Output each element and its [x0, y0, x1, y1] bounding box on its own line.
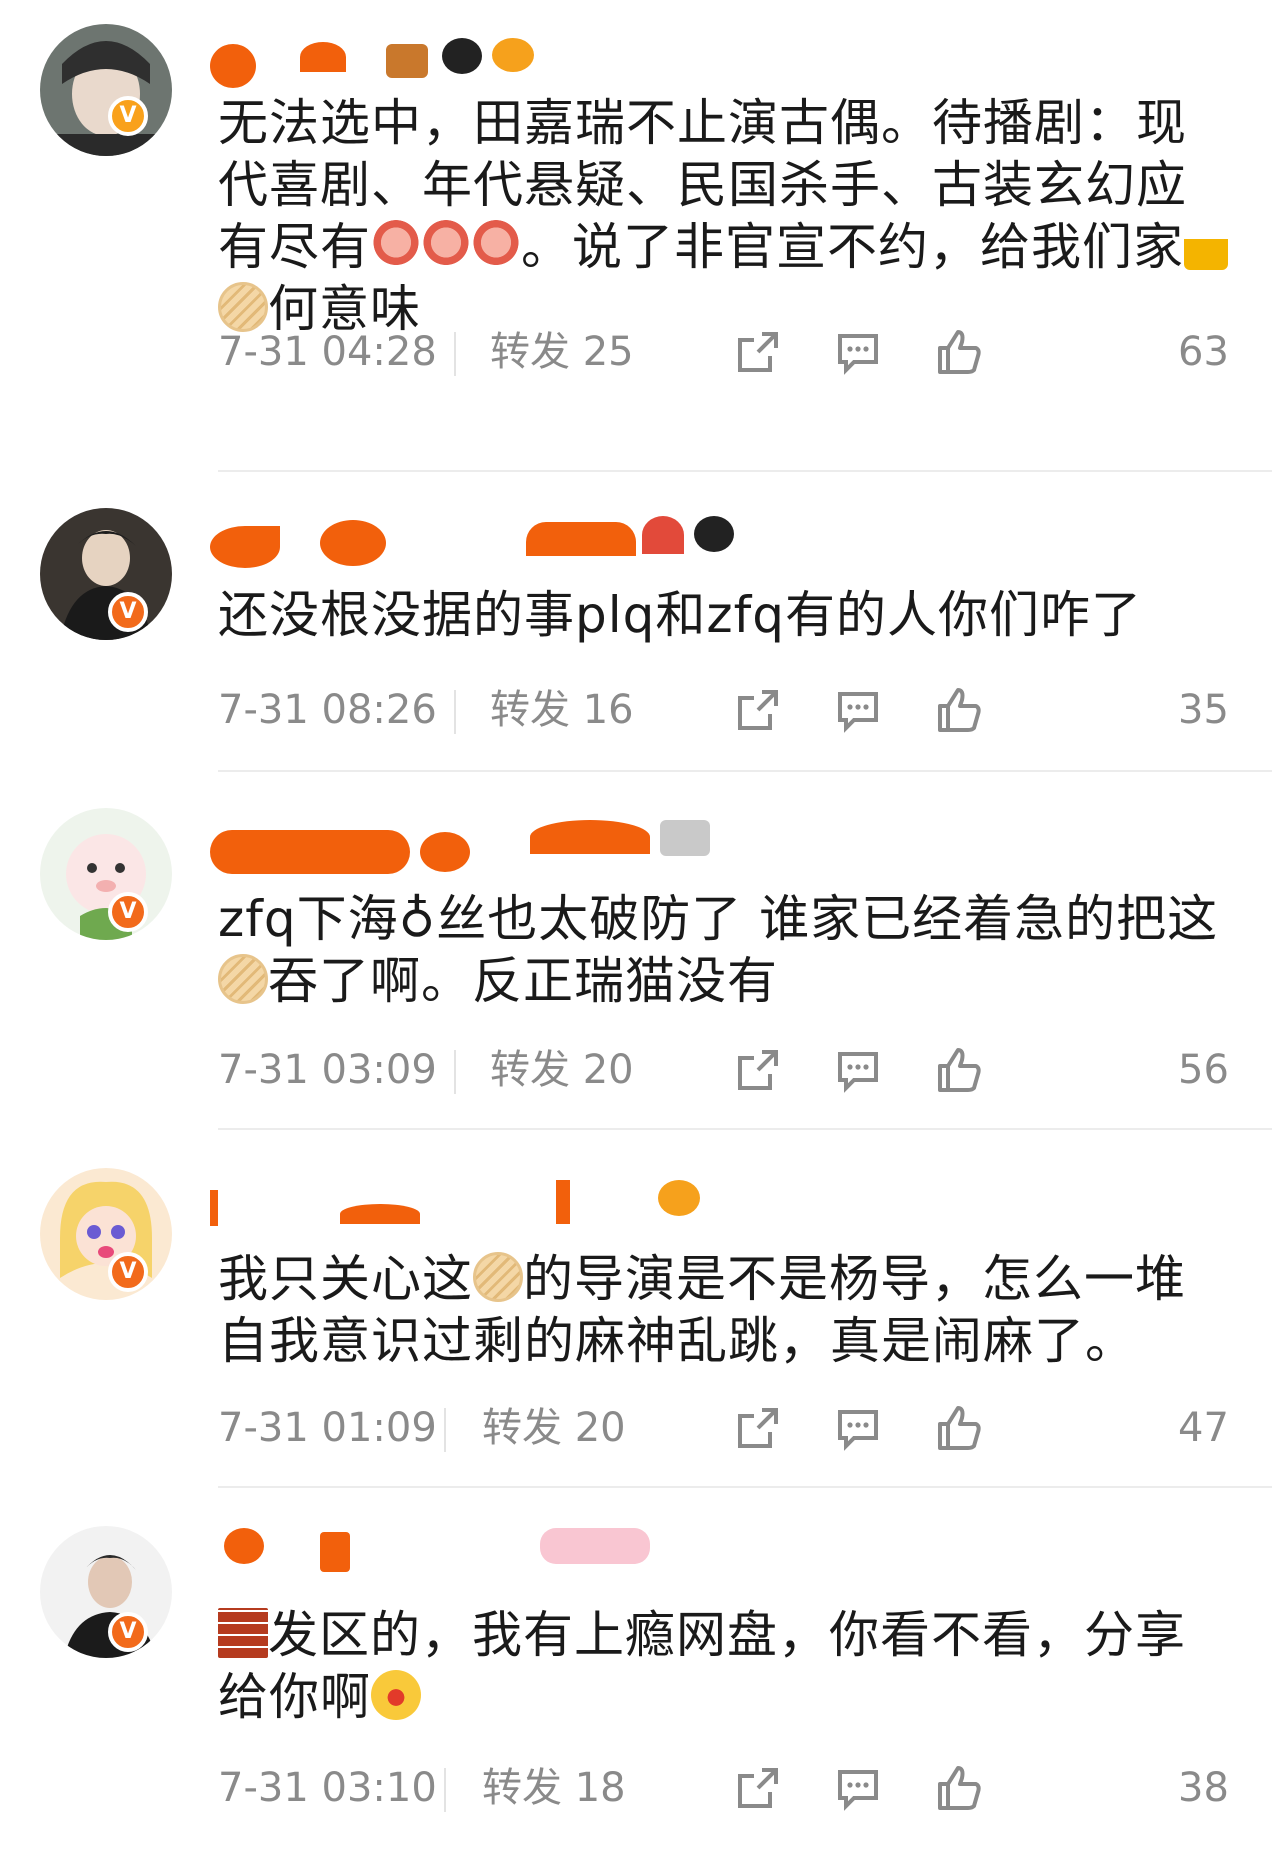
timestamp: 7-31 08:26: [218, 687, 437, 733]
repost-count[interactable]: 转发 18: [482, 1758, 626, 1818]
comment-text: 还没根没据的事plq和zfq有的人你们咋了: [218, 586, 1142, 644]
comment-meta: 7-31 01:09 转发 20 47: [218, 1398, 1232, 1458]
like-count: 63: [1178, 329, 1229, 375]
comment-text: 无法选中，田嘉瑞不止演古偶。待播剧：现代喜剧、年代悬疑、民国杀手、古装玄幻应有尽…: [218, 92, 1228, 340]
comment-icon[interactable]: [832, 1044, 884, 1096]
verified-badge: V: [108, 892, 148, 932]
comment-meta: 7-31 08:26 转发 16 35: [218, 680, 1232, 740]
like-icon[interactable]: [932, 326, 984, 378]
divider: [454, 332, 456, 376]
share-icon[interactable]: [732, 1762, 784, 1814]
verified-badge: V: [108, 1252, 148, 1292]
avatar[interactable]: [40, 508, 172, 640]
divider: [444, 1408, 446, 1452]
divider: [218, 1486, 1272, 1488]
comment-text: 我只关心这 的导演是不是杨导，怎么一堆自我意识过剩的麻神乱跳，真是闹麻了。: [218, 1250, 1186, 1370]
like-count: 38: [1178, 1765, 1229, 1811]
comment-meta: 7-31 04:28 转发 25 63: [218, 322, 1232, 382]
like-count: 56: [1178, 1047, 1229, 1093]
like-count: 47: [1178, 1405, 1229, 1451]
like-icon[interactable]: [932, 684, 984, 736]
shrimp-emoji: [421, 220, 471, 270]
repost-count[interactable]: 转发 20: [490, 1040, 634, 1100]
melon-emoji: [473, 1252, 523, 1302]
verified-badge: V: [108, 96, 148, 136]
lock-emoji: [1184, 220, 1228, 270]
comment-text: 发区的，我有上瘾网盘，你看不看，分享给你啊: [218, 1606, 1186, 1726]
username-redacted[interactable]: [210, 1180, 770, 1230]
username-redacted[interactable]: [210, 1524, 770, 1574]
divider: [218, 470, 1272, 472]
username-redacted[interactable]: [210, 516, 770, 568]
share-icon[interactable]: [732, 1044, 784, 1096]
shrimp-emoji: [371, 220, 421, 270]
verified-badge: V: [108, 592, 148, 632]
repost-count[interactable]: 转发 25: [490, 322, 634, 382]
repost-count[interactable]: 转发 20: [482, 1398, 626, 1458]
username-redacted[interactable]: [210, 38, 770, 88]
like-count: 35: [1178, 687, 1229, 733]
divider: [218, 770, 1272, 772]
verified-badge: V: [108, 1612, 148, 1652]
timestamp: 7-31 04:28: [218, 329, 437, 375]
divider: [454, 1050, 456, 1094]
timestamp: 7-31 03:09: [218, 1047, 437, 1093]
share-icon[interactable]: [732, 1402, 784, 1454]
comment-icon[interactable]: [832, 1762, 884, 1814]
avatar[interactable]: [40, 808, 172, 940]
comment-icon[interactable]: [832, 684, 884, 736]
comment-icon[interactable]: [832, 1402, 884, 1454]
like-icon[interactable]: [932, 1762, 984, 1814]
divider: [454, 690, 456, 734]
divider: [218, 1128, 1272, 1130]
repost-count[interactable]: 转发 16: [490, 680, 634, 740]
comment-meta: 7-31 03:09 转发 20 56: [218, 1040, 1232, 1100]
avatar[interactable]: [40, 24, 172, 156]
avatar[interactable]: [40, 1526, 172, 1658]
brick-emoji: [218, 1608, 268, 1658]
comment-icon[interactable]: [832, 326, 884, 378]
comment-text: zfq下海♁丝也太破防了 谁家已经着急的把这吞了啊。反正瑞猫没有: [218, 890, 1219, 1010]
share-icon[interactable]: [732, 326, 784, 378]
divider: [444, 1768, 446, 1812]
shrimp-emoji: [471, 220, 521, 270]
drooling-face-emoji: [371, 1670, 421, 1720]
timestamp: 7-31 01:09: [218, 1405, 437, 1451]
timestamp: 7-31 03:10: [218, 1765, 437, 1811]
comment-meta: 7-31 03:10 转发 18 38: [218, 1758, 1232, 1818]
username-redacted[interactable]: [210, 812, 770, 874]
like-icon[interactable]: [932, 1044, 984, 1096]
like-icon[interactable]: [932, 1402, 984, 1454]
share-icon[interactable]: [732, 684, 784, 736]
melon-emoji: [218, 954, 268, 1004]
avatar[interactable]: [40, 1168, 172, 1300]
